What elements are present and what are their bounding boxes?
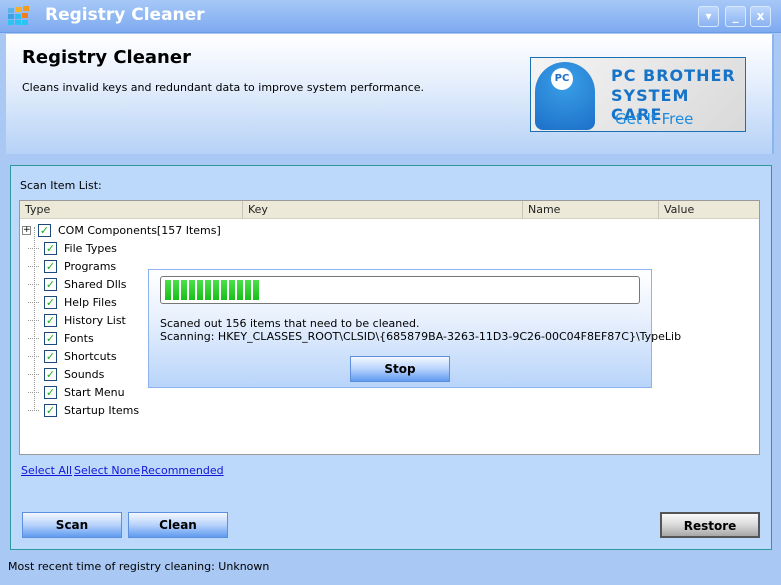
select-all-link[interactable]: Select All <box>21 464 72 477</box>
item-label: Start Menu <box>64 385 125 399</box>
close-button[interactable]: x <box>750 6 771 27</box>
progress-block <box>221 280 227 300</box>
progress-block <box>197 280 203 300</box>
tree-connector <box>28 391 39 393</box>
checkbox[interactable]: ✓ <box>44 241 57 255</box>
progress-block <box>253 280 259 300</box>
list-item[interactable]: + ✓ COM Components[157 Items] <box>22 221 221 239</box>
list-item[interactable]: ✓ Programs <box>24 257 116 275</box>
select-none-link[interactable]: Select None <box>74 464 140 477</box>
restore-button[interactable]: Restore <box>660 512 760 538</box>
stop-button[interactable]: Stop <box>350 356 450 382</box>
tree-connector <box>28 301 39 303</box>
ad-cta: Get It Free <box>615 110 694 128</box>
progress-message: Scaned out 156 items that need to be cle… <box>160 317 420 330</box>
list-item[interactable]: ✓ Sounds <box>24 365 104 383</box>
progress-block <box>245 280 251 300</box>
title-bar: Registry Cleaner ▾ _ x <box>0 0 781 33</box>
checkbox[interactable]: ✓ <box>44 367 57 381</box>
list-item[interactable]: ✓ Startup Items <box>24 401 139 419</box>
column-value[interactable]: Value <box>659 201 759 219</box>
column-key[interactable]: Key <box>243 201 523 219</box>
list-item[interactable]: ✓ Start Menu <box>24 383 125 401</box>
scan-progress-dialog: Scaned out 156 items that need to be cle… <box>148 269 681 388</box>
progress-bar <box>160 276 640 304</box>
tree-connector <box>28 355 39 357</box>
item-label: Shortcuts <box>64 349 117 363</box>
list-header: Type Key Name Value <box>20 201 759 219</box>
checkbox[interactable]: ✓ <box>44 403 57 417</box>
item-label: File Types <box>64 241 117 255</box>
item-label: History List <box>64 313 126 327</box>
scanning-path: Scanning: HKEY_CLASSES_ROOT\CLSID\{68587… <box>160 330 682 343</box>
column-type[interactable]: Type <box>20 201 243 219</box>
tree-connector <box>28 319 39 321</box>
column-name[interactable]: Name <box>523 201 659 219</box>
minimize-button[interactable]: _ <box>725 6 746 27</box>
expand-icon[interactable]: + <box>22 225 31 235</box>
scan-item-list[interactable]: Type Key Name Value + ✓ COM Components[157… <box>19 200 760 455</box>
progress-block <box>181 280 187 300</box>
progress-block <box>173 280 179 300</box>
checkbox[interactable]: ✓ <box>44 331 57 345</box>
item-label: Help Files <box>64 295 117 309</box>
checkbox[interactable]: ✓ <box>44 385 57 399</box>
progress-block <box>189 280 195 300</box>
window-title: Registry Cleaner <box>45 5 205 25</box>
progress-block <box>205 280 211 300</box>
ad-line1: PC BROTHER <box>611 66 736 85</box>
tree-connector <box>28 283 39 285</box>
progress-block <box>229 280 235 300</box>
status-bar-text: Most recent time of registry cleaning: U… <box>8 560 270 573</box>
checkbox[interactable]: ✓ <box>38 223 51 237</box>
header-panel: Registry Cleaner Cleans invalid keys and… <box>6 34 774 154</box>
list-item[interactable]: ✓ History List <box>24 311 126 329</box>
item-label: Startup Items <box>64 403 140 417</box>
item-label: Shared Dlls <box>64 277 127 291</box>
main-panel: Scan Item List: Type Key Name Value + ✓ CO… <box>10 165 772 550</box>
scan-button[interactable]: Scan <box>22 512 122 538</box>
progress-block <box>213 280 219 300</box>
item-label: COM Components[157 Items] <box>58 223 221 237</box>
checkbox[interactable]: ✓ <box>44 259 57 273</box>
page-title: Registry Cleaner <box>22 47 191 68</box>
menu-dropdown-button[interactable]: ▾ <box>698 6 719 27</box>
checkbox[interactable]: ✓ <box>44 313 57 327</box>
app-logo-icon <box>8 6 29 25</box>
list-item[interactable]: ✓ Fonts <box>24 329 94 347</box>
list-item[interactable]: ✓ Shared Dlls <box>24 275 127 293</box>
list-item[interactable]: ✓ File Types <box>24 239 117 257</box>
list-item[interactable]: ✓ Shortcuts <box>24 347 117 365</box>
item-label: Sounds <box>64 367 105 381</box>
tree-connector <box>28 337 39 339</box>
checkbox[interactable]: ✓ <box>44 295 57 309</box>
scan-item-list-label: Scan Item List: <box>20 179 102 192</box>
ad-banner[interactable]: PC PC BROTHER SYSTEM CARE Get It Free <box>530 57 746 132</box>
tree-connector <box>28 409 39 411</box>
page-description: Cleans invalid keys and redundant data t… <box>22 81 425 94</box>
checkbox[interactable]: ✓ <box>44 277 57 291</box>
checkbox[interactable]: ✓ <box>44 349 57 363</box>
tree-connector <box>28 265 39 267</box>
progress-block <box>165 280 171 300</box>
recommended-link[interactable]: Recommended <box>141 464 224 477</box>
tree-connector <box>28 373 39 375</box>
item-label: Programs <box>64 259 117 273</box>
item-label: Fonts <box>64 331 94 345</box>
progress-block <box>237 280 243 300</box>
list-item[interactable]: ✓ Help Files <box>24 293 117 311</box>
tree-connector <box>28 247 39 249</box>
clean-button[interactable]: Clean <box>128 512 228 538</box>
